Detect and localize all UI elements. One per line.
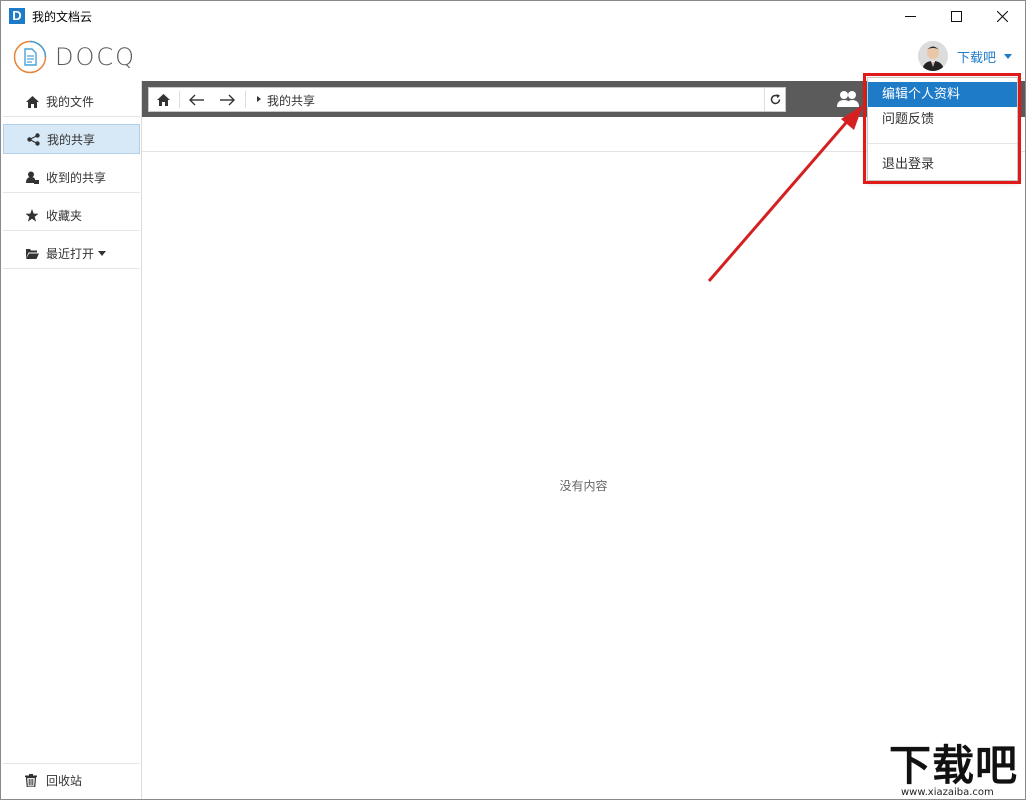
back-button[interactable] <box>183 88 211 111</box>
sidebar-item-label: 回收站 <box>46 774 83 788</box>
annotation-arrow-icon <box>707 105 863 282</box>
star-icon <box>25 209 39 223</box>
chevron-down-icon <box>98 251 107 256</box>
maximize-button[interactable] <box>933 1 979 31</box>
forward-button[interactable] <box>213 88 241 111</box>
sidebar-item-label: 我的文件 <box>46 95 95 109</box>
arrow-right-icon <box>220 94 235 105</box>
sidebar-item-my-files[interactable]: 我的文件 <box>3 87 140 117</box>
chevron-down-icon[interactable] <box>1004 54 1012 59</box>
user-menu-toggle[interactable]: 下载吧 <box>957 47 996 66</box>
app-window: D 我的文档云 DOCQ 下载吧 我的文件 我的共享 收到的共享 收藏夹 最近打… <box>0 0 1026 800</box>
sidebar-item-label: 最近打开 <box>46 247 95 261</box>
window-title: 我的文档云 <box>32 10 93 24</box>
sidebar-item-label: 我的共享 <box>47 132 96 147</box>
empty-state-text: 没有内容 <box>559 479 608 493</box>
title-bar: D 我的文档云 <box>1 1 1025 31</box>
watermark-title: 下载吧 <box>889 741 1019 790</box>
folder-open-icon <box>25 247 39 261</box>
received-share-icon <box>25 171 39 185</box>
app-logo-icon: D <box>9 8 25 24</box>
breadcrumb[interactable]: 我的共享 <box>267 92 315 109</box>
minimize-button[interactable] <box>887 1 933 31</box>
sidebar: 我的文件 我的共享 收到的共享 收藏夹 最近打开 回收站 <box>1 81 142 799</box>
breadcrumb-arrow-icon <box>257 96 261 102</box>
sidebar-item-favorites[interactable]: 收藏夹 <box>3 201 140 231</box>
sidebar-item-label: 收到的共享 <box>46 171 107 185</box>
sidebar-item-recycle-bin[interactable]: 回收站 <box>3 763 140 797</box>
docq-logo-icon <box>13 40 47 74</box>
sidebar-item-my-shares[interactable]: 我的共享 <box>3 124 140 154</box>
home-icon <box>156 93 170 106</box>
share-icon <box>26 132 40 146</box>
sidebar-item-received-shares[interactable]: 收到的共享 <box>3 163 140 193</box>
logo-text: DOCQ <box>55 43 137 71</box>
trash-icon <box>25 773 39 788</box>
minimize-icon <box>904 15 916 17</box>
divider <box>245 91 246 108</box>
arrow-left-icon <box>189 94 204 105</box>
maximize-icon <box>950 10 962 22</box>
watermark-url: www.xiazaiba.com <box>901 787 994 798</box>
user-avatar-icon <box>918 41 948 71</box>
sidebar-item-recent[interactable]: 最近打开 <box>3 239 140 269</box>
close-icon <box>996 10 1008 22</box>
sidebar-item-label: 收藏夹 <box>46 209 83 223</box>
watermark-logo: 下载吧 www.xiazaiba.com <box>889 743 1023 799</box>
address-bar: 我的共享 <box>148 87 786 112</box>
home-button[interactable] <box>149 88 177 111</box>
close-button[interactable] <box>979 1 1025 31</box>
divider <box>179 91 180 108</box>
annotation-highlight-box <box>863 73 1021 184</box>
home-icon <box>25 95 39 109</box>
avatar[interactable] <box>918 41 948 71</box>
